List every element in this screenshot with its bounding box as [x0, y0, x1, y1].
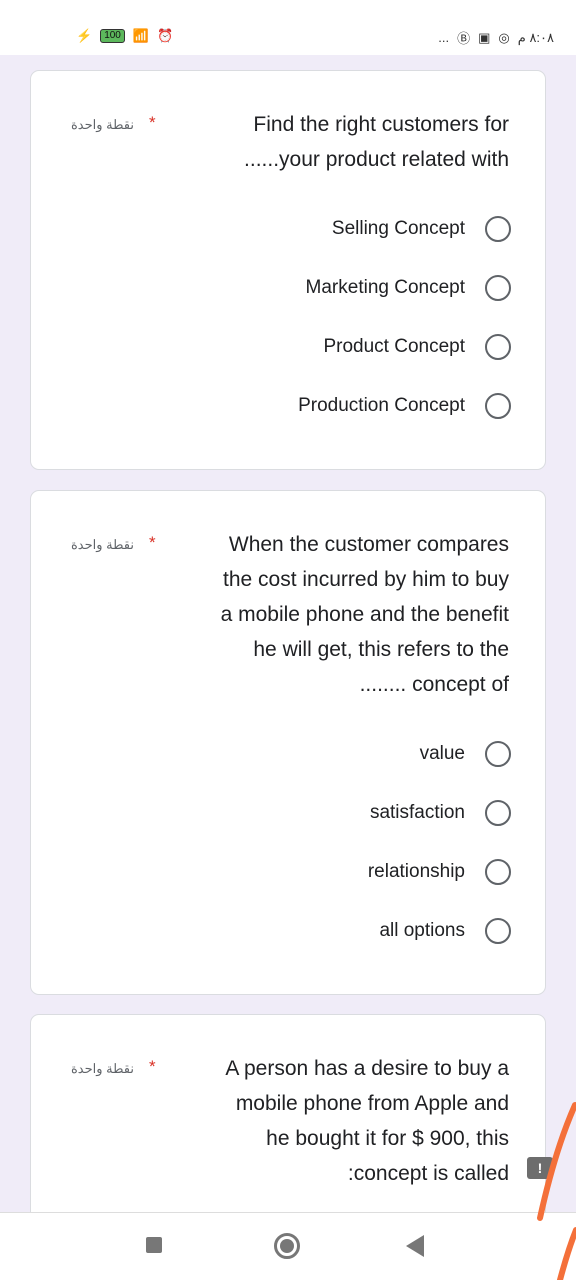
radio-button[interactable] — [485, 275, 511, 301]
option-label: value — [419, 743, 465, 764]
question-text: Find the right customers for ......your … — [244, 107, 509, 177]
points-label: نقطة واحدة — [71, 537, 135, 552]
clock: ٨:٠٨ م — [517, 29, 554, 45]
question-line: :concept is called — [347, 1162, 509, 1185]
orange-stroke-lower — [557, 1227, 576, 1280]
required-asterisk: * — [149, 533, 156, 552]
question-card-1: نقطة واحدة * Find the right customers fo… — [30, 70, 546, 470]
radio-button[interactable] — [485, 918, 511, 944]
option-satisfaction[interactable]: satisfaction — [370, 800, 511, 826]
charging-icon: ⚡ — [76, 28, 93, 43]
points-label: نقطة واحدة — [71, 1061, 135, 1076]
battery-icon: 100 — [100, 29, 125, 43]
option-value[interactable]: value — [420, 741, 511, 767]
question-line: ........ concept of — [359, 673, 509, 696]
home-button[interactable] — [274, 1233, 300, 1259]
option-label: Selling Concept — [331, 218, 465, 239]
option-relationship[interactable]: relationship — [368, 859, 511, 885]
orange-stroke-upper — [537, 1102, 576, 1221]
radio-button[interactable] — [485, 800, 511, 826]
back-button[interactable] — [406, 1235, 424, 1257]
required-asterisk: * — [149, 113, 156, 132]
wifi-icon: 📶 — [132, 28, 150, 43]
alarm-icon: ⏰ — [157, 28, 174, 43]
question-text: A person has a desire to buy a mobile ph… — [225, 1051, 509, 1191]
navigation-bar — [0, 1212, 576, 1281]
radio-button[interactable] — [485, 859, 511, 885]
question-line: Find the right customers for — [253, 113, 509, 136]
question-line: mobile phone from Apple and — [235, 1092, 509, 1115]
question-line: When the customer compares — [228, 533, 509, 556]
question-line: A person has a desire to buy a — [225, 1057, 509, 1080]
option-product-concept[interactable]: Product Concept — [323, 334, 511, 360]
option-label: Marketing Concept — [305, 277, 465, 298]
notification-b-icon: Ⓑ — [457, 31, 471, 46]
question-line: he bought it for $ 900, this — [266, 1127, 509, 1150]
notification-group-icon: ▣ — [478, 29, 491, 45]
question-line: he will get, this refers to the — [253, 638, 509, 661]
radio-button[interactable] — [485, 334, 511, 360]
option-production-concept[interactable]: Production Concept — [298, 393, 511, 419]
instagram-icon: ◎ — [498, 29, 510, 45]
question-text: When the customer compares the cost incu… — [221, 527, 509, 702]
option-label: Production Concept — [298, 395, 465, 416]
radio-button[interactable] — [485, 393, 511, 419]
radio-button[interactable] — [485, 741, 511, 767]
status-bar: ⚡ 100 📶 ⏰ ... Ⓑ ▣ ◎ ٨:٠٨ م — [0, 0, 576, 55]
option-label: all options — [379, 920, 465, 941]
required-asterisk: * — [149, 1057, 156, 1076]
question-line: the cost incurred by him to buy — [223, 568, 509, 591]
points-label: نقطة واحدة — [71, 117, 135, 132]
option-selling-concept[interactable]: Selling Concept — [332, 216, 511, 242]
annotation-stroke — [537, 1102, 576, 1280]
option-all-options[interactable]: all options — [379, 918, 511, 944]
option-label: relationship — [367, 861, 465, 882]
question-card-2: نقطة واحدة * When the customer compares … — [30, 490, 546, 995]
question-line: a mobile phone and the benefit — [220, 603, 509, 626]
question-line: ......your product related with — [244, 148, 509, 171]
recent-apps-button[interactable] — [146, 1237, 162, 1253]
radio-button[interactable] — [485, 216, 511, 242]
option-marketing-concept[interactable]: Marketing Concept — [306, 275, 511, 301]
more-icon: ... — [438, 30, 450, 45]
option-label: satisfaction — [369, 802, 465, 823]
option-label: Product Concept — [323, 336, 465, 357]
